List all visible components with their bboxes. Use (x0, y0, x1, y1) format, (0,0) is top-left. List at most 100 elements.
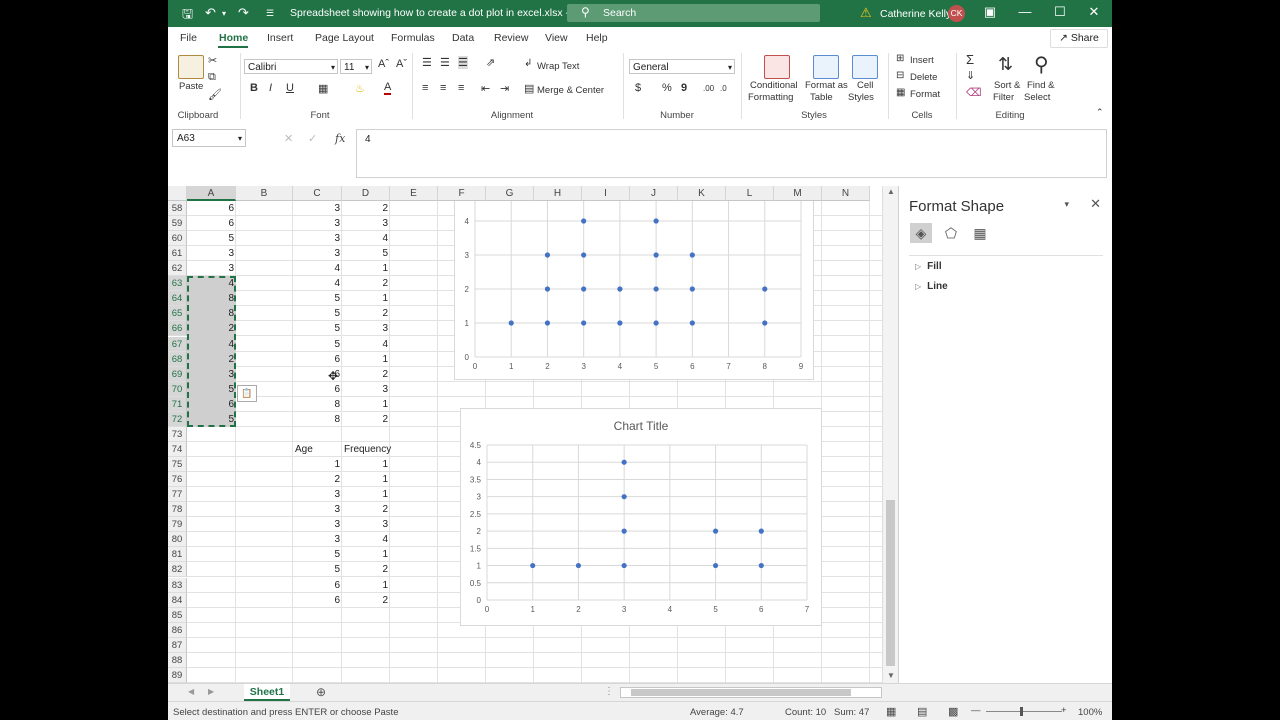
maximize-icon[interactable]: ☐ (1048, 4, 1072, 20)
fill-icon[interactable]: ⇓ (966, 69, 975, 82)
cell-a82[interactable] (187, 562, 236, 577)
cell-a86[interactable] (187, 623, 236, 638)
data-point[interactable] (617, 286, 623, 292)
align-left-icon[interactable]: ≡ (422, 82, 428, 94)
format-cells-icon[interactable]: ▦ (896, 87, 905, 98)
cell-d68[interactable]: 1 (342, 352, 390, 367)
data-point[interactable] (617, 320, 623, 326)
font-color-icon[interactable]: A (384, 82, 392, 95)
tab-data[interactable]: Data (452, 32, 474, 44)
cell-a73[interactable] (187, 427, 236, 442)
name-box[interactable]: A63 ▾ (172, 129, 246, 147)
format-cells-button[interactable]: Format (910, 89, 940, 100)
cell-a71[interactable]: 6 (187, 397, 236, 412)
cell-c88[interactable] (293, 653, 342, 668)
data-point[interactable] (544, 286, 551, 292)
warning-icon[interactable]: ⚠ (860, 5, 872, 21)
align-center-icon[interactable]: ≡ (440, 82, 446, 94)
cell-styles-button[interactable]: Cell (857, 80, 873, 91)
cell-d77[interactable]: 1 (342, 487, 390, 502)
cell-a64[interactable]: 8 (187, 291, 236, 306)
data-point[interactable] (712, 562, 719, 569)
row-header[interactable]: 79 (168, 517, 187, 532)
tab-help[interactable]: Help (586, 32, 608, 44)
cell-a67[interactable]: 4 (187, 337, 236, 352)
cell-d67[interactable]: 4 (342, 337, 390, 352)
tab-review[interactable]: Review (494, 32, 528, 44)
row-header[interactable]: 71 (168, 397, 187, 412)
select-all-corner[interactable] (168, 186, 187, 201)
cell-c61[interactable]: 3 (293, 246, 342, 261)
row-header[interactable]: 67 (168, 337, 187, 352)
enter-icon[interactable]: ✓ (308, 132, 317, 145)
cell-d82[interactable]: 2 (342, 562, 390, 577)
cell-d84[interactable]: 2 (342, 593, 390, 608)
cell-a84[interactable] (187, 593, 236, 608)
cell-a87[interactable] (187, 638, 236, 653)
vertical-scroll-thumb[interactable] (886, 500, 895, 666)
row-header[interactable]: 61 (168, 246, 187, 261)
row-header[interactable]: 82 (168, 562, 187, 577)
cell-a60[interactable]: 5 (187, 231, 236, 246)
scroll-down-icon[interactable]: ▼ (887, 671, 895, 680)
line-section[interactable]: ▷ Line (915, 281, 948, 292)
pane-options-icon[interactable]: ▾ (1064, 199, 1069, 210)
cell-d87[interactable] (342, 638, 390, 653)
cell-c81[interactable]: 5 (293, 547, 342, 562)
cell-d86[interactable] (342, 623, 390, 638)
zoom-slider-thumb[interactable] (1020, 707, 1023, 716)
data-point[interactable] (621, 494, 627, 500)
cell-a74[interactable] (187, 442, 236, 457)
insert-cells-icon[interactable]: ⊞ (896, 53, 904, 64)
row-header[interactable]: 86 (168, 623, 187, 638)
cell-c89[interactable] (293, 668, 342, 683)
cell-a89[interactable] (187, 668, 236, 683)
row-header[interactable]: 83 (168, 578, 187, 593)
cell-d66[interactable]: 3 (342, 321, 390, 336)
cell-a62[interactable]: 3 (187, 261, 236, 276)
data-point[interactable] (653, 218, 659, 224)
insert-function-icon[interactable]: fx (335, 132, 345, 145)
cell-d74[interactable]: Frequency (342, 442, 391, 457)
data-point[interactable] (653, 252, 659, 258)
cell-d61[interactable]: 5 (342, 246, 390, 261)
cell-a66[interactable]: 2 (187, 321, 236, 336)
cell-d83[interactable]: 1 (342, 578, 390, 593)
cell-c70[interactable]: 6 (293, 382, 342, 397)
row-header[interactable]: 88 (168, 653, 187, 668)
cell-styles-icon[interactable] (852, 55, 878, 79)
effects-tab-icon[interactable]: ⬠ (940, 223, 962, 243)
cell-a63[interactable]: 4 (187, 276, 236, 291)
conditional-formatting-button[interactable]: Conditional (750, 80, 798, 91)
cancel-icon[interactable]: ✕ (284, 132, 293, 145)
find-select-button-line2[interactable]: Select (1024, 92, 1050, 103)
fill-line-tab-icon[interactable]: ◈ (910, 223, 932, 243)
cell-c80[interactable]: 3 (293, 532, 342, 547)
number-format-select[interactable]: General ▾ (629, 59, 735, 74)
row-header[interactable]: 85 (168, 608, 187, 623)
borders-icon[interactable]: ▦ (318, 82, 328, 95)
data-point[interactable] (581, 252, 587, 258)
data-point[interactable] (689, 252, 695, 258)
chart-2-title[interactable]: Chart Title (614, 419, 669, 433)
cell-d65[interactable]: 2 (342, 306, 390, 321)
cell-c72[interactable]: 8 (293, 412, 342, 427)
sort-filter-icon[interactable]: ⇅ (998, 54, 1013, 75)
data-point[interactable] (758, 562, 764, 569)
data-point[interactable] (581, 320, 587, 326)
cell-a83[interactable] (187, 578, 236, 593)
column-header-a[interactable]: A (187, 186, 236, 201)
undo-icon[interactable]: ↶ (205, 5, 216, 21)
cell-d75[interactable]: 1 (342, 457, 390, 472)
cut-icon[interactable]: ✂ (208, 54, 217, 67)
column-header-d[interactable]: D (342, 186, 390, 201)
minimize-icon[interactable]: — (1013, 4, 1037, 19)
row-header[interactable]: 66 (168, 321, 187, 336)
cell-a79[interactable] (187, 517, 236, 532)
column-header-c[interactable]: C (293, 186, 342, 201)
clear-icon[interactable]: ⌫ (966, 86, 982, 99)
data-point[interactable] (575, 562, 582, 569)
cell-c66[interactable]: 5 (293, 321, 342, 336)
cell-a61[interactable]: 3 (187, 246, 236, 261)
cell-a69[interactable]: 3 (187, 367, 236, 382)
